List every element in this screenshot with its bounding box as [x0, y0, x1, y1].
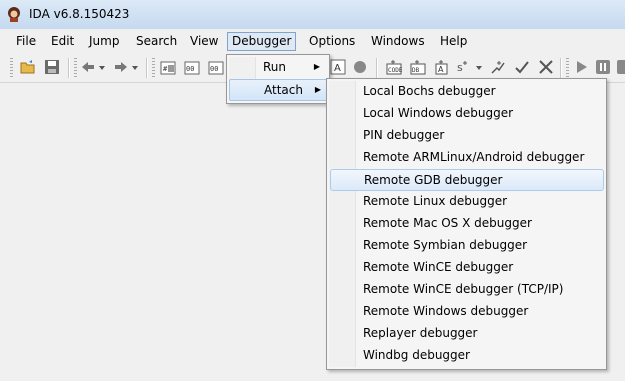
svg-text:A: A — [438, 65, 444, 74]
debugger-option[interactable]: Remote Windows debugger — [330, 301, 602, 321]
hex-view-icon[interactable]: # — [160, 59, 176, 75]
title-bar: IDA v6.8.150423 — [0, 0, 625, 29]
menu-item-attach-label: Attach — [264, 83, 303, 97]
debugger-option[interactable]: Remote WinCE debugger (TCP/IP) — [330, 279, 602, 299]
menu-search[interactable]: Search — [136, 33, 177, 50]
attach-submenu: Local Bochs debugger Local Windows debug… — [326, 78, 607, 370]
debugger-option-label: Replayer debugger — [363, 326, 478, 340]
save-icon[interactable] — [44, 59, 60, 75]
debugger-dropdown: Run ▶ Attach ▶ — [226, 54, 330, 104]
ok-icon[interactable] — [514, 59, 530, 75]
forward-dropdown-icon[interactable] — [130, 59, 140, 75]
toolbar-grip[interactable] — [10, 58, 13, 78]
data-icon[interactable]: DB — [410, 59, 426, 75]
back-icon[interactable] — [80, 59, 96, 75]
text-icon[interactable]: A — [330, 59, 346, 75]
stop-icon[interactable] — [616, 59, 625, 75]
cross-icon[interactable] — [538, 59, 554, 75]
code-icon[interactable]: CODE — [386, 59, 402, 75]
menu-item-run-label: Run — [263, 60, 287, 74]
debugger-option[interactable]: Windbg debugger — [330, 345, 602, 365]
open-icon[interactable] — [20, 59, 36, 75]
debugger-option[interactable]: PIN debugger — [330, 125, 602, 145]
struct-icon[interactable]: s — [456, 59, 472, 75]
toolbar-grip[interactable] — [74, 58, 77, 78]
string-icon[interactable]: A — [434, 59, 450, 75]
svg-text:CODE: CODE — [388, 67, 402, 74]
debugger-option-label: Remote WinCE debugger (TCP/IP) — [363, 282, 564, 296]
submenu-arrow-icon: ▶ — [314, 85, 321, 94]
menu-item-run[interactable]: Run ▶ — [229, 57, 326, 77]
hex-view-2-icon[interactable]: 00 — [184, 59, 200, 75]
debugger-option[interactable]: Replayer debugger — [330, 323, 602, 343]
svg-text:DB: DB — [412, 67, 420, 74]
debugger-option-label: Remote Windows debugger — [363, 304, 529, 318]
debugger-option-label: Remote GDB debugger — [364, 173, 503, 187]
forward-icon[interactable] — [113, 59, 129, 75]
debugger-option-label: PIN debugger — [363, 128, 445, 142]
menu-debugger[interactable]: Debugger — [227, 32, 297, 51]
svg-text:00: 00 — [186, 65, 194, 73]
submenu-arrow-icon: ▶ — [313, 62, 320, 71]
debugger-option[interactable]: Local Bochs debugger — [330, 81, 602, 101]
debugger-option[interactable]: Remote ARMLinux/Android debugger — [330, 147, 602, 167]
debugger-option-label: Remote Linux debugger — [363, 194, 508, 208]
toolbar-separator — [376, 58, 378, 78]
debugger-option[interactable]: Remote Mac OS X debugger — [330, 213, 602, 233]
toolbar-separator — [560, 58, 562, 78]
toolbar-separator — [68, 58, 70, 78]
toolbar-grip[interactable] — [152, 58, 155, 78]
menu-options[interactable]: Options — [309, 33, 355, 50]
svg-text:00: 00 — [210, 65, 218, 73]
menu-item-attach[interactable]: Attach ▶ — [229, 79, 328, 101]
menu-file[interactable]: File — [16, 33, 36, 50]
play-icon[interactable] — [573, 59, 589, 75]
ida-logo-icon — [8, 7, 20, 22]
debugger-option-label: Remote Mac OS X debugger — [363, 216, 532, 230]
debugger-option[interactable]: Local Windows debugger — [330, 103, 602, 123]
pause-icon[interactable] — [595, 59, 611, 75]
debugger-option-label: Remote WinCE debugger — [363, 260, 514, 274]
menu-windows[interactable]: Windows — [371, 33, 425, 50]
debugger-option-label: Remote ARMLinux/Android debugger — [363, 150, 585, 164]
debugger-option-highlighted[interactable]: Remote GDB debugger — [330, 169, 604, 191]
menu-view[interactable]: View — [190, 33, 218, 50]
menu-help[interactable]: Help — [440, 33, 467, 50]
svg-text:A: A — [334, 63, 341, 74]
debugger-option[interactable]: Remote Symbian debugger — [330, 235, 602, 255]
struct-dropdown-icon[interactable] — [474, 59, 484, 75]
svg-text:s: s — [457, 61, 463, 74]
debugger-option[interactable]: Remote WinCE debugger — [330, 257, 602, 277]
window-title: IDA v6.8.150423 — [29, 7, 130, 21]
toolbar-grip[interactable] — [566, 58, 569, 78]
debugger-option-label: Local Bochs debugger — [363, 84, 496, 98]
debugger-option-label: Remote Symbian debugger — [363, 238, 528, 252]
debugger-option[interactable]: Remote Linux debugger — [330, 191, 602, 211]
hex-view-3-icon[interactable]: 00 — [208, 59, 224, 75]
back-dropdown-icon[interactable] — [97, 59, 107, 75]
debugger-option-label: Local Windows debugger — [363, 106, 514, 120]
menu-bar: File Edit Jump Search View Debugger Opti… — [0, 29, 625, 54]
record-icon[interactable] — [352, 59, 368, 75]
menu-edit[interactable]: Edit — [51, 33, 74, 50]
debugger-option-label: Windbg debugger — [363, 348, 470, 362]
menu-jump[interactable]: Jump — [89, 33, 119, 50]
reference-icon[interactable] — [490, 59, 506, 75]
toolbar-separator — [146, 58, 148, 78]
